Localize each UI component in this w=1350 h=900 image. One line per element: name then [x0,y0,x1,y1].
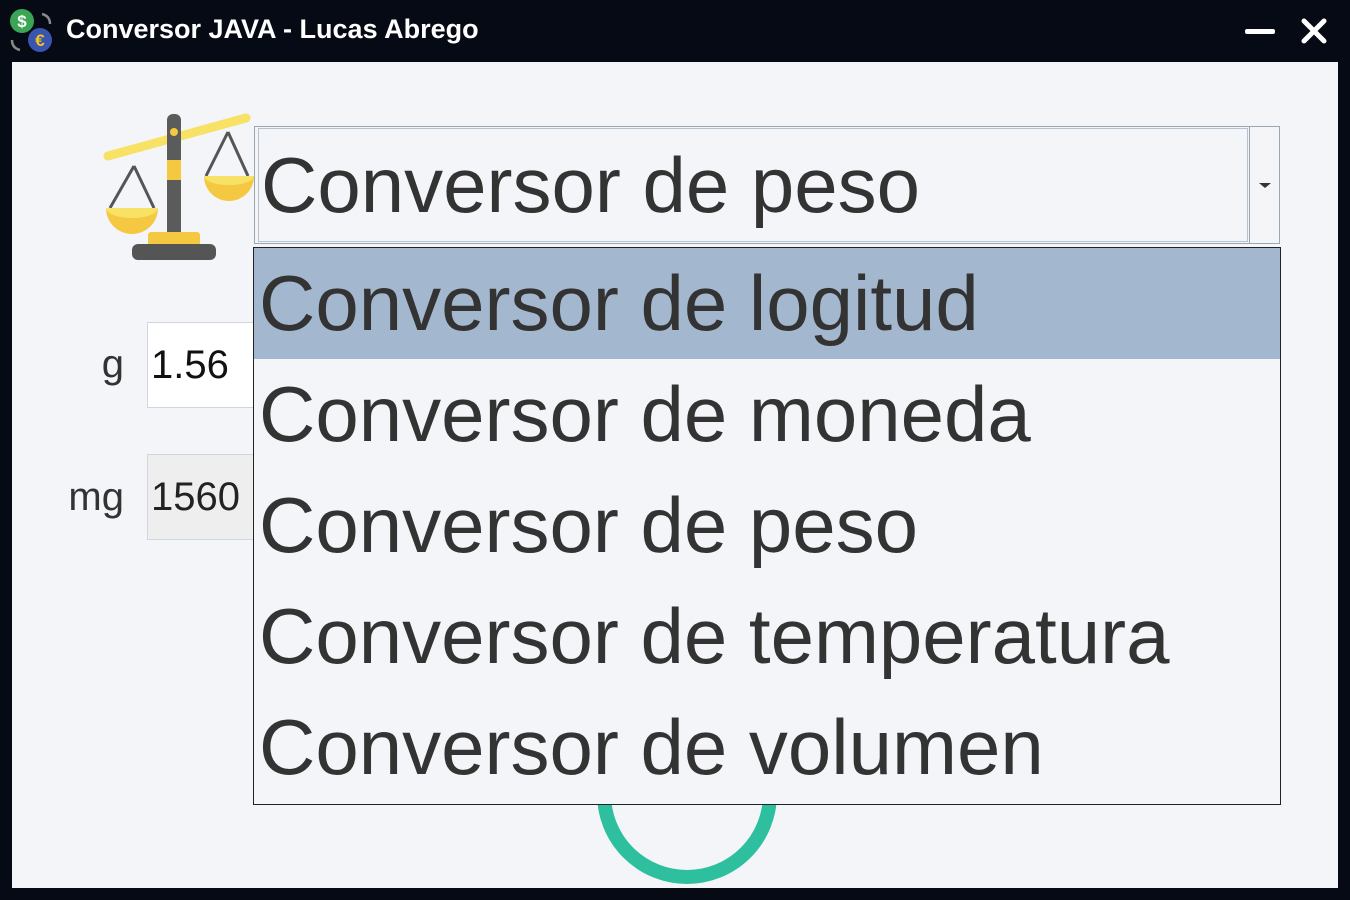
converter-select[interactable]: Conversor de peso [254,126,1280,244]
option-longitud[interactable]: Conversor de logitud [254,248,1280,359]
chevron-down-icon [1259,183,1271,188]
converter-select-value[interactable]: Conversor de peso [258,128,1248,242]
minimize-button[interactable] [1243,14,1277,48]
option-moneda[interactable]: Conversor de moneda [254,359,1280,470]
currency-exchange-icon: $ € [10,9,52,52]
input-unit-label: g [101,342,124,386]
close-icon [1301,18,1327,44]
output-unit-label: mg [68,475,124,519]
window-title: Conversor JAVA - Lucas Abrego [66,14,479,44]
title-bar: $ € Conversor JAVA - Lucas Abrego [0,0,1350,62]
option-temperatura[interactable]: Conversor de temperatura [254,581,1280,692]
option-volumen[interactable]: Conversor de volumen [254,692,1280,803]
minimize-icon [1245,29,1275,34]
dropdown-toggle-button[interactable] [1249,127,1279,243]
close-button[interactable] [1297,14,1331,48]
converter-dropdown-list: Conversor de logitud Conversor de moneda… [253,247,1281,805]
svg-text:€: € [35,31,45,50]
svg-text:$: $ [17,12,27,31]
option-peso[interactable]: Conversor de peso [254,470,1280,581]
balance-scale-icon [103,113,254,260]
